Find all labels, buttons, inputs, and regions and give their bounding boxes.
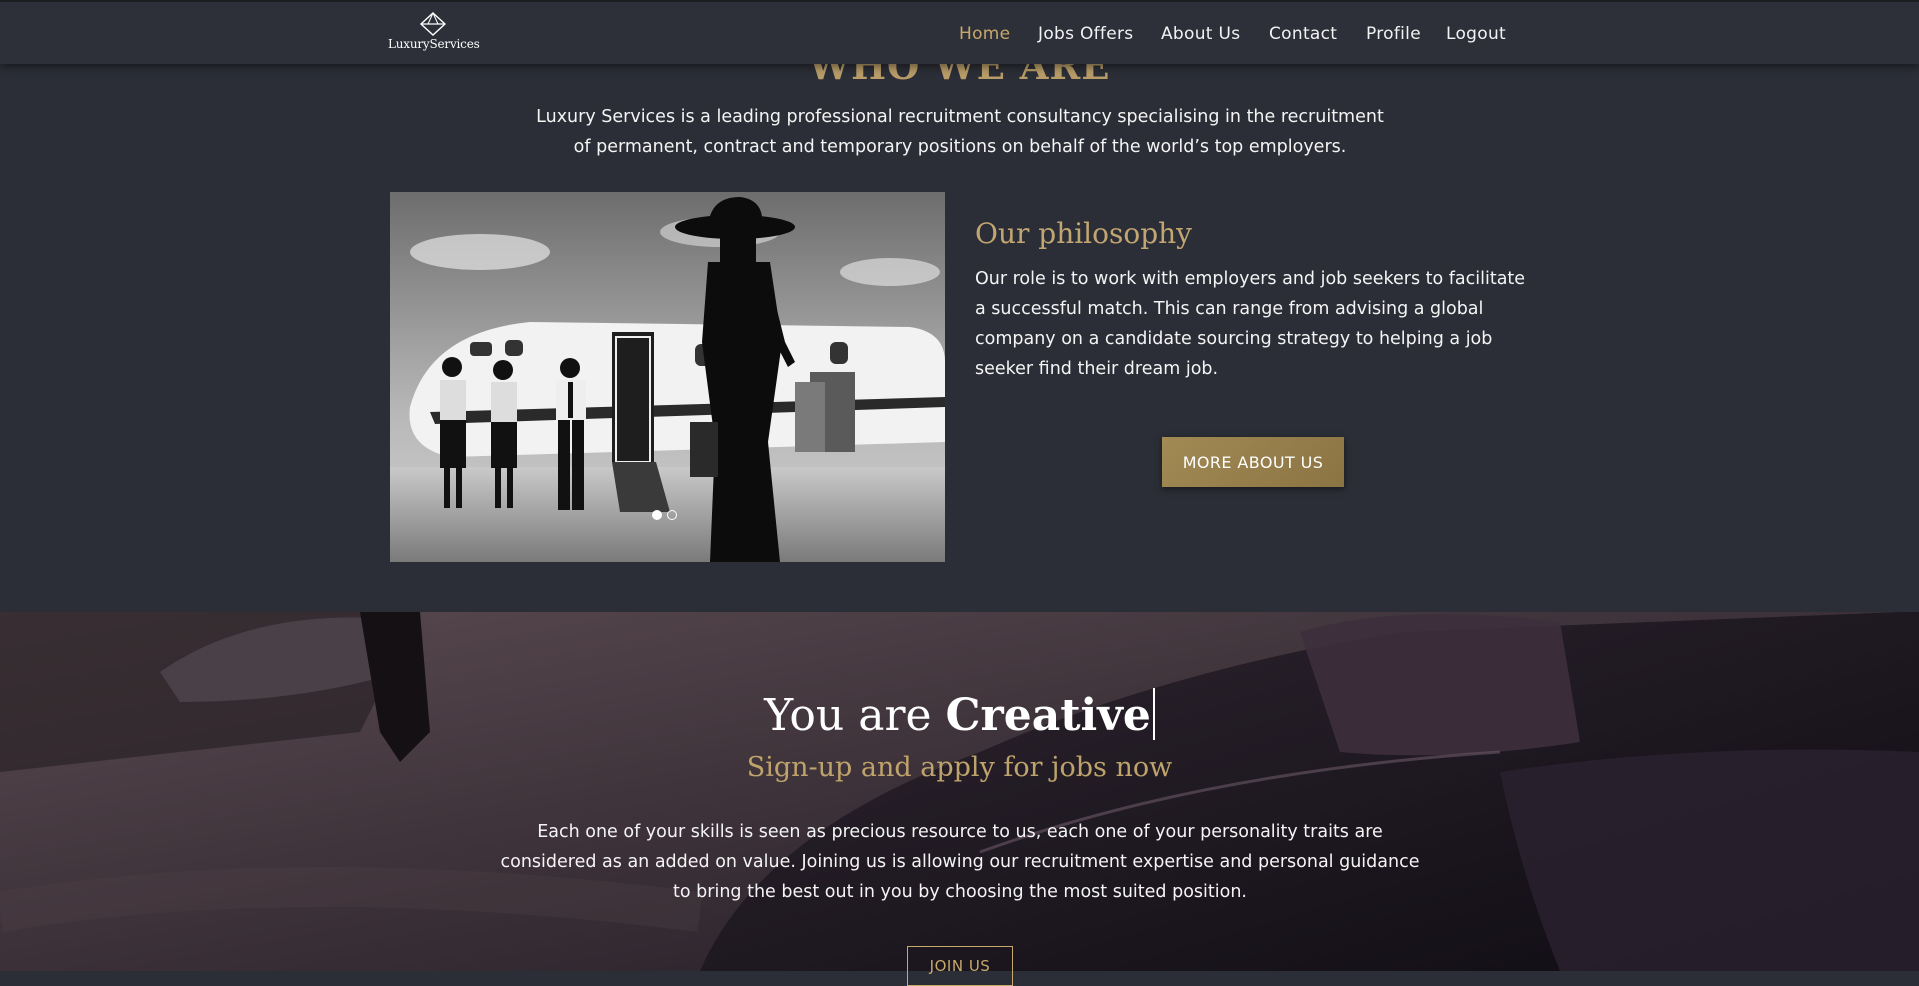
join-us-button[interactable]: JOIN US xyxy=(907,946,1013,986)
nav-jobs-offers[interactable]: Jobs Offers xyxy=(1038,24,1133,44)
signup-text: Each one of your skills is seen as preci… xyxy=(500,822,1420,902)
nav-home[interactable]: Home xyxy=(959,24,1010,44)
nav-about-us[interactable]: About Us xyxy=(1161,24,1240,44)
intro-text: Luxury Services is a leading professiona… xyxy=(536,107,1384,157)
brand-name: LuxuryServices xyxy=(388,37,480,51)
philosophy-text: Our role is to work with employers and j… xyxy=(975,269,1526,379)
you-are-prefix: You are xyxy=(764,690,932,741)
nav-contact[interactable]: Contact xyxy=(1269,24,1337,44)
signup-hero xyxy=(0,612,1919,971)
typed-word: Creative xyxy=(945,690,1151,741)
jet-photo xyxy=(390,192,945,562)
signup-subtitle: Sign-up and apply for jobs now xyxy=(746,752,1173,783)
brand-logo[interactable]: LuxuryServices xyxy=(388,12,480,56)
you-are-heading: You are Creative xyxy=(0,688,1919,741)
top-navbar: LuxuryServices Home Jobs Offers About Us… xyxy=(0,0,1919,64)
nav-logout[interactable]: Logout xyxy=(1446,24,1506,44)
more-about-us-button[interactable]: MORE ABOUT US xyxy=(1162,437,1344,487)
carousel-dot-1[interactable] xyxy=(652,510,662,520)
car-background-image xyxy=(0,612,1919,971)
nav-profile[interactable]: Profile xyxy=(1366,24,1421,44)
philosophy-heading: Our philosophy xyxy=(975,217,1192,250)
carousel-indicators xyxy=(652,510,677,520)
diamond-logo-icon xyxy=(419,12,447,36)
carousel-dot-2[interactable] xyxy=(667,510,677,520)
about-carousel[interactable] xyxy=(390,192,945,562)
typing-caret xyxy=(1152,688,1155,740)
